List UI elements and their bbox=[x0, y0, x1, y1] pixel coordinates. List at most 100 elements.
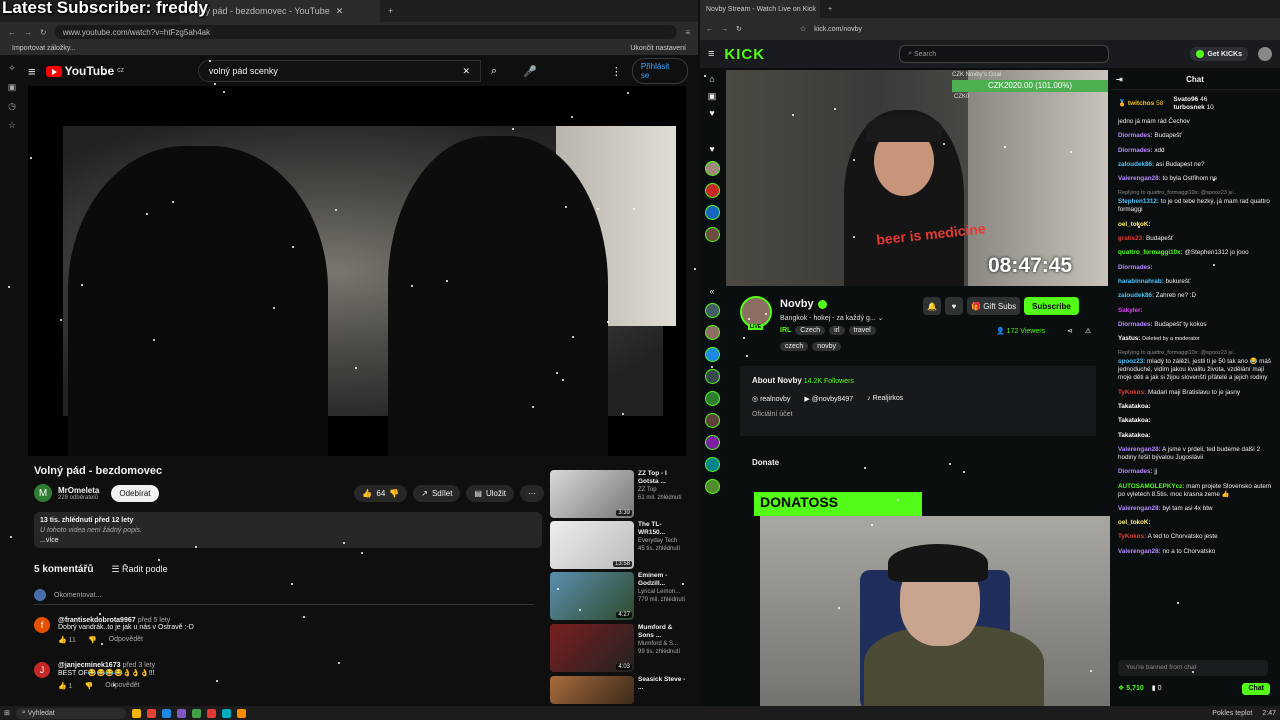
followed-channel[interactable] bbox=[704, 325, 720, 340]
browse-icon[interactable]: ▣ bbox=[707, 91, 717, 101]
chat-username[interactable]: Diormades: bbox=[1118, 321, 1153, 328]
sidebar-icon[interactable]: ▣ bbox=[8, 82, 17, 93]
chrome-icon[interactable] bbox=[146, 708, 156, 718]
channel-name[interactable]: MrOmeleta bbox=[58, 486, 99, 495]
chevron-down-icon[interactable]: ⌄ bbox=[878, 315, 884, 322]
tiktok-link[interactable]: ♪ Realjirkos bbox=[867, 395, 903, 403]
history-icon[interactable]: ◷ bbox=[8, 101, 16, 112]
chat-username[interactable]: oel_tokoK: bbox=[1118, 221, 1151, 228]
donate-banner[interactable]: DONATOSS bbox=[754, 492, 922, 516]
followed-channel[interactable] bbox=[704, 369, 720, 384]
followed-channel[interactable] bbox=[704, 457, 720, 472]
chat-username[interactable]: Stephen1312: bbox=[1118, 198, 1159, 205]
app-icon[interactable] bbox=[236, 708, 246, 718]
chat-username[interactable]: Takatakoa: bbox=[1118, 432, 1150, 439]
chat-username[interactable]: Takatakoa: bbox=[1118, 417, 1150, 424]
kick-search-input[interactable]: ⌕ Search bbox=[899, 45, 1110, 63]
star-icon[interactable]: ☆ bbox=[8, 120, 16, 131]
comment-user[interactable]: @frantisekdobrota9967 bbox=[58, 617, 136, 624]
followed-channel[interactable] bbox=[704, 205, 720, 220]
collapse-icon[interactable]: « bbox=[707, 286, 717, 296]
yt-search-input[interactable]: volný pád scenky ✕ bbox=[197, 60, 481, 82]
yt-tab[interactable]: Volný pád - bezdomovec - YouTube ✕ bbox=[180, 0, 380, 22]
chat-username[interactable]: Valerengan28: bbox=[1118, 446, 1161, 453]
mic-icon[interactable]: 🎤 bbox=[523, 65, 537, 78]
tag[interactable]: czech bbox=[780, 342, 809, 351]
reply-button[interactable]: Odpovědět bbox=[109, 636, 143, 644]
windows-icon[interactable]: ⊞ bbox=[4, 709, 10, 717]
video-player[interactable] bbox=[28, 86, 686, 456]
chat-username[interactable]: Takatakoa: bbox=[1118, 403, 1150, 410]
recommended-video[interactable]: 13:58 The TL-WR150... Everyday Tech 45 tis.… bbox=[550, 521, 686, 569]
followed-channel[interactable] bbox=[704, 347, 720, 362]
followed-channel[interactable] bbox=[704, 391, 720, 406]
search-icon[interactable]: ⌕ bbox=[491, 65, 497, 78]
description-box[interactable]: 13 tis. zhlédnutí před 12 lety U tohoto … bbox=[34, 512, 542, 548]
instagram-link[interactable]: ◎ realnovby bbox=[752, 395, 790, 403]
app-icon[interactable] bbox=[206, 708, 216, 718]
chat-username[interactable]: zaloudek86: bbox=[1118, 161, 1154, 168]
comment-likes[interactable]: 👍 1 bbox=[58, 682, 73, 690]
comment-user[interactable]: @janjecminek1673 bbox=[58, 662, 120, 669]
chat-input[interactable]: You're banned from chat bbox=[1118, 660, 1268, 676]
recommended-video[interactable]: 3:39 ZZ Top - I Gotsta ... ZZ Top 61 mil. z… bbox=[550, 470, 686, 518]
app-icon[interactable] bbox=[191, 708, 201, 718]
desc-more[interactable]: ...více bbox=[40, 536, 536, 546]
more-icon[interactable]: ⋮ bbox=[611, 65, 622, 78]
app-icon[interactable] bbox=[161, 708, 171, 718]
tag[interactable]: novby bbox=[812, 342, 841, 351]
chat-username[interactable]: Diormades: bbox=[1118, 468, 1153, 475]
heart-icon[interactable]: ♥ bbox=[707, 108, 717, 118]
kick-url[interactable]: kick.com/novby bbox=[814, 26, 862, 33]
yt-url-field[interactable]: www.youtube.com/watch?v=htFzg5ah4ak bbox=[54, 25, 678, 39]
recommended-video[interactable]: Seasick Steve - ... bbox=[550, 676, 686, 704]
kick-logo[interactable]: KICK bbox=[724, 46, 765, 63]
chat-username[interactable]: Diormades: bbox=[1118, 147, 1153, 154]
subscribe-button[interactable]: Odebírat bbox=[111, 484, 159, 502]
new-tab-icon[interactable]: + bbox=[388, 6, 393, 16]
followed-channel[interactable] bbox=[704, 161, 720, 176]
save-button[interactable]: ▤ Uložit bbox=[466, 484, 514, 502]
channel-name[interactable]: Novby bbox=[780, 298, 827, 310]
clock[interactable]: 2:47 bbox=[1262, 710, 1276, 717]
gifter[interactable]: 🏅 twitchos 58 bbox=[1118, 100, 1163, 108]
bell-icon[interactable]: 🔔 bbox=[923, 297, 941, 315]
comment-avatar[interactable]: J bbox=[34, 662, 50, 678]
finish-setup[interactable]: Ukončit nastavení bbox=[630, 45, 686, 52]
collapse-chat-icon[interactable]: ⇥ bbox=[1116, 75, 1123, 84]
heart-icon[interactable]: ♥ bbox=[707, 144, 717, 154]
followed-channel[interactable] bbox=[704, 435, 720, 450]
clear-icon[interactable]: ✕ bbox=[462, 66, 470, 77]
home-icon[interactable]: ⌂ bbox=[707, 74, 717, 84]
import-bookmarks[interactable]: Importovat záložky... bbox=[12, 45, 76, 52]
chat-username[interactable]: Diormades: bbox=[1118, 132, 1153, 139]
subscribe-button[interactable]: Subscribe bbox=[1024, 297, 1079, 315]
forward-icon[interactable]: → bbox=[24, 28, 32, 37]
chat-username[interactable]: TyKokos: bbox=[1118, 389, 1146, 396]
back-icon[interactable]: ← bbox=[706, 26, 713, 33]
followed-channel[interactable] bbox=[704, 227, 720, 242]
tag[interactable]: Czech bbox=[795, 326, 826, 335]
menu-icon[interactable]: ≡ bbox=[685, 28, 690, 37]
followed-channel[interactable] bbox=[704, 183, 720, 198]
comment-avatar[interactable]: f bbox=[34, 617, 50, 633]
more-actions-button[interactable]: ⋯ bbox=[520, 484, 544, 502]
youtube-link[interactable]: ▶ @novby8497 bbox=[804, 395, 853, 403]
chat-username[interactable]: Valerengan28: bbox=[1118, 505, 1161, 512]
thumbs-down-icon[interactable]: 👎 bbox=[88, 636, 97, 644]
followed-channel[interactable] bbox=[704, 413, 720, 428]
kicks-balance[interactable]: ❖ 5,710 bbox=[1118, 685, 1144, 693]
chat-username[interactable]: Yastus: bbox=[1118, 335, 1140, 342]
kick-tab[interactable]: Novby Stream - Watch Live on Kick bbox=[700, 0, 820, 18]
tag[interactable]: irl bbox=[829, 326, 845, 335]
chat-username[interactable]: Valerengan28: bbox=[1118, 548, 1161, 555]
reload-icon[interactable]: ↻ bbox=[736, 25, 742, 33]
followed-channel[interactable] bbox=[704, 479, 720, 494]
chat-username[interactable]: quattro_formaggi10x: bbox=[1118, 249, 1183, 256]
chat-username[interactable]: gratis23: bbox=[1118, 235, 1144, 242]
chat-username[interactable]: Valerengan28: bbox=[1118, 175, 1161, 182]
chat-send-button[interactable]: Chat bbox=[1242, 683, 1270, 695]
channel-avatar[interactable]: M bbox=[34, 484, 52, 502]
gifter[interactable]: Svato96 46 turbosnek 10 bbox=[1173, 96, 1213, 112]
get-kicks-button[interactable]: Get KICKs bbox=[1190, 47, 1248, 61]
